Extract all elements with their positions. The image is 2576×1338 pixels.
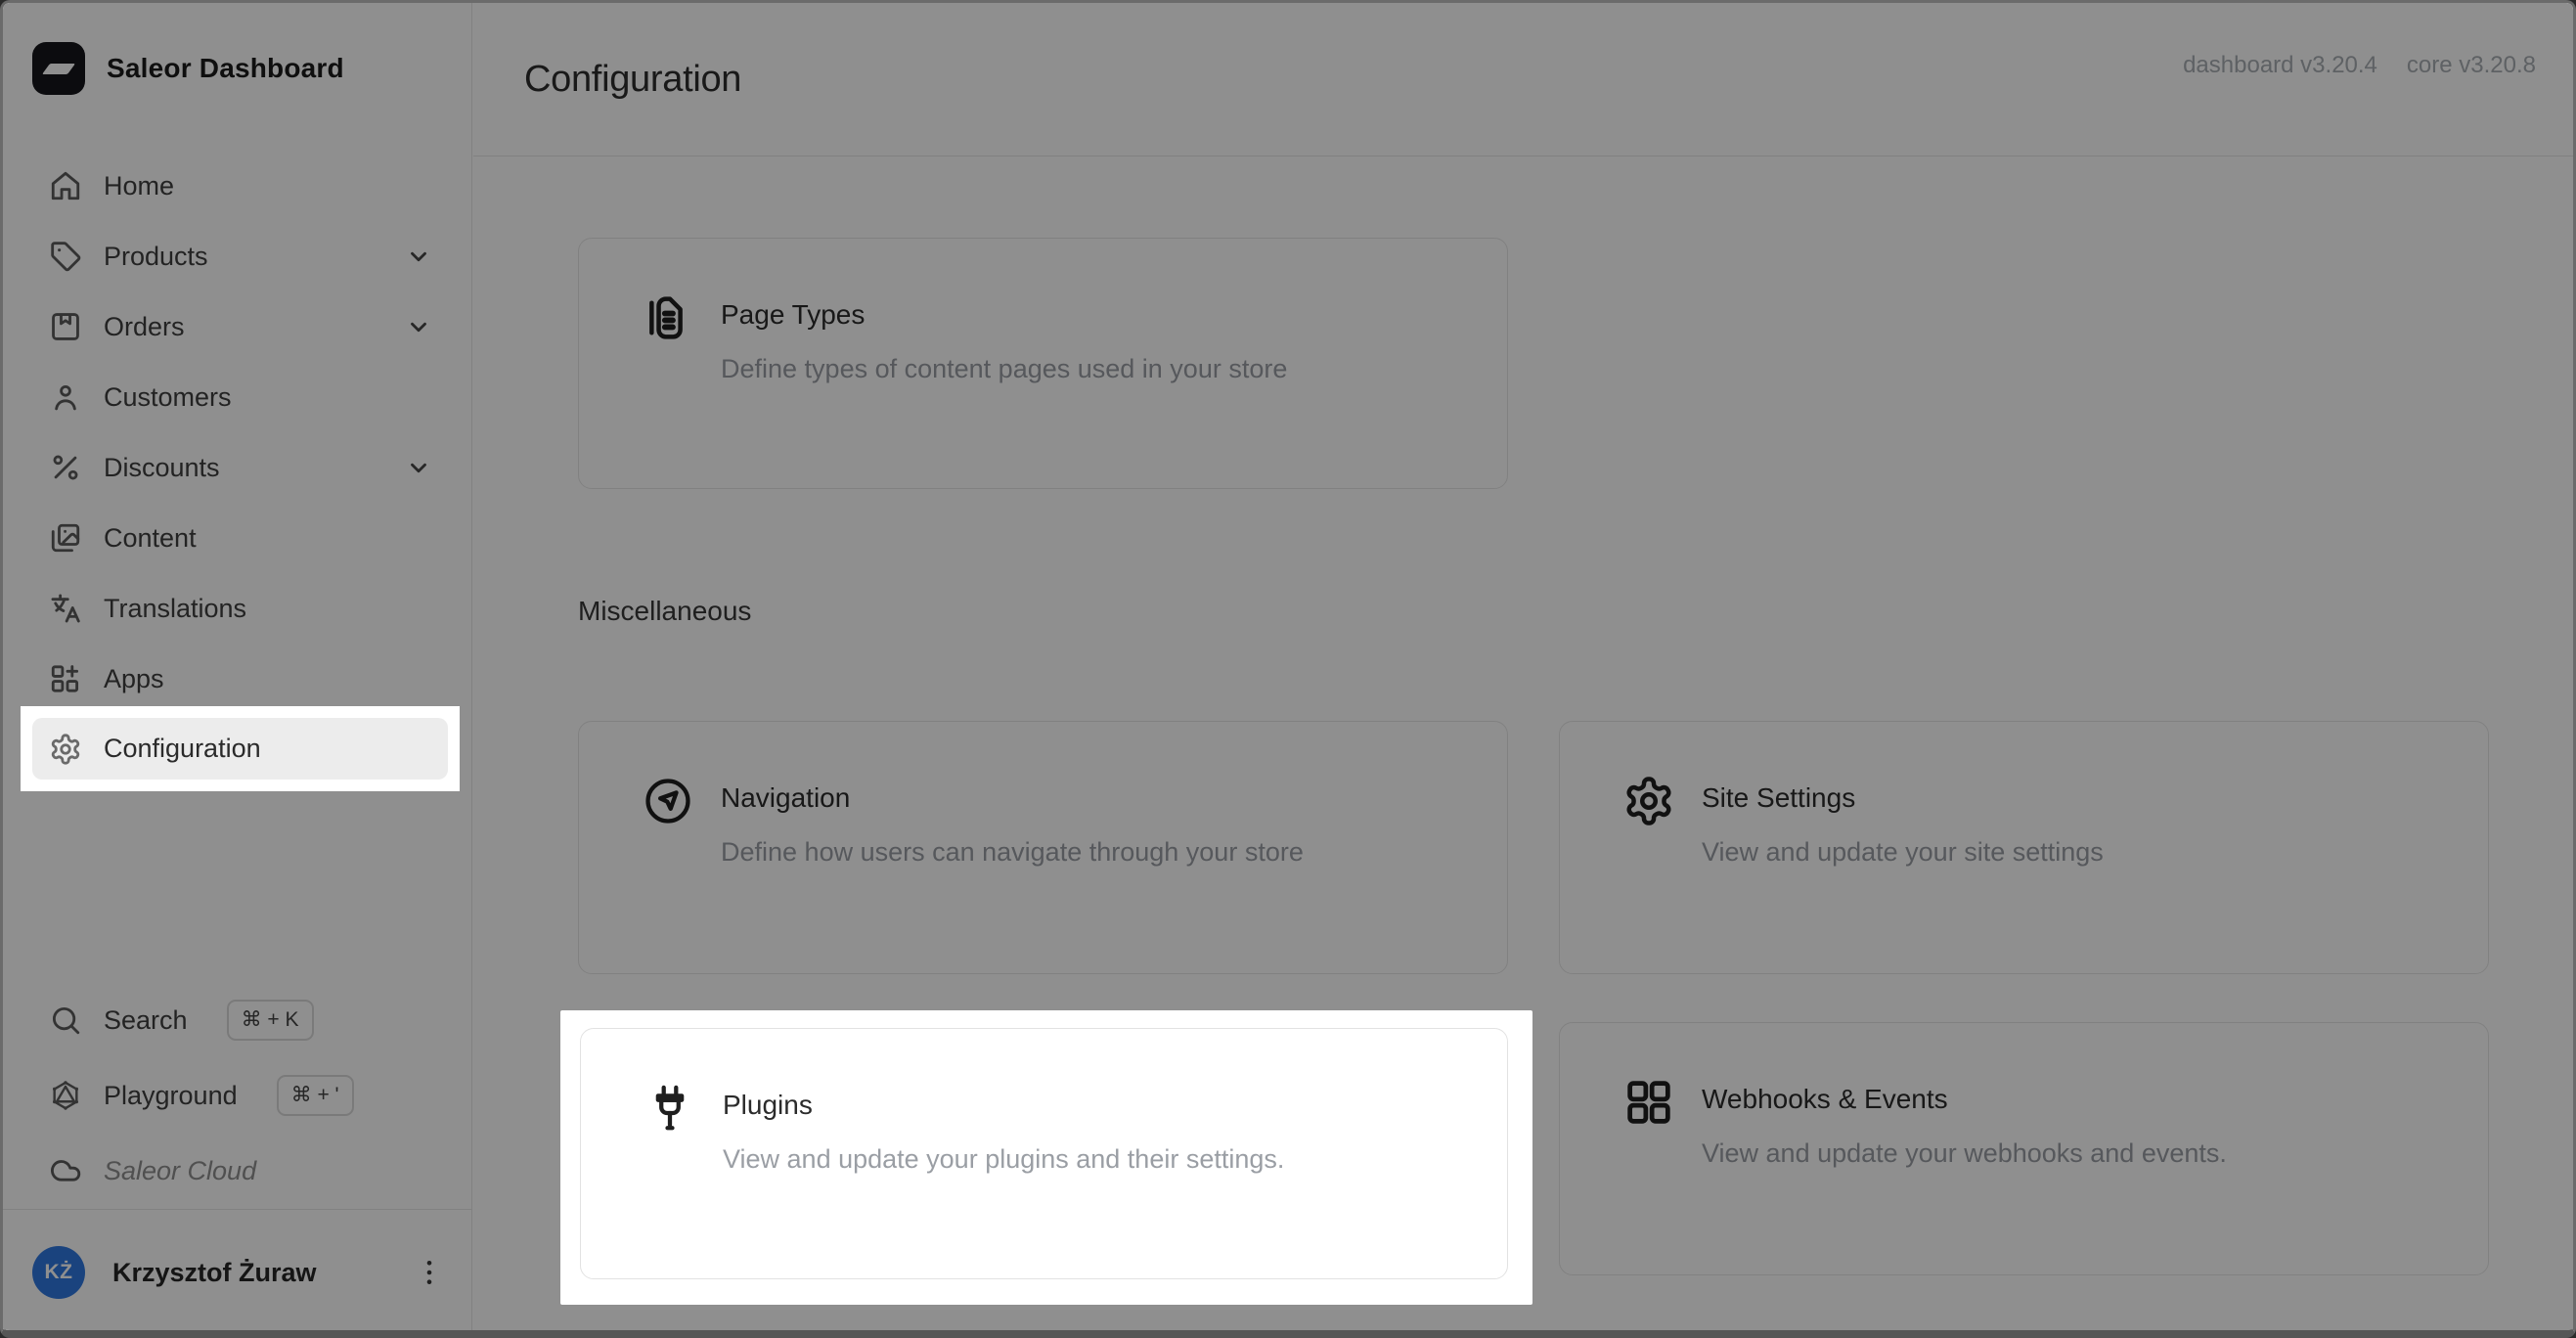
brand-name: Saleor Dashboard [107,53,344,83]
pages-icon [49,521,82,555]
core-version: core v3.20.8 [2406,52,2536,78]
avatar: KŻ [32,1246,85,1299]
sidebar-nav: Home Products Orders Customers Discounts [3,151,471,714]
playground-shortcut-badge: ⌘ + ' [276,1075,354,1116]
brand[interactable]: Saleor Dashboard [32,42,344,95]
percent-icon [49,451,82,484]
apps-grid-icon [49,662,82,695]
tag-icon [49,240,82,273]
user-icon [49,380,82,414]
saleor-logo-glyph [42,63,75,74]
sidebar-item-translations[interactable]: Translations [3,573,471,644]
navigation-icon [642,775,694,827]
chevron-down-icon[interactable] [406,244,431,269]
dashboard-version: dashboard v3.20.4 [2183,52,2377,78]
card-plugins[interactable]: Plugins View and update your plugins and… [580,1028,1508,1279]
webhooks-icon [1622,1076,1675,1129]
card-page-types[interactable]: Page Types Define types of content pages… [578,238,1508,489]
sidebar-item-saleor-cloud[interactable]: Saleor Cloud [3,1136,471,1206]
search-shortcut-badge: ⌘ + K [226,1000,314,1041]
sidebar-item-discounts[interactable]: Discounts [3,432,471,503]
sidebar-item-customers[interactable]: Customers [3,362,471,432]
gear-icon [1622,775,1675,827]
spotlight-plugins: Plugins View and update your plugins and… [560,1010,1532,1305]
translate-icon [49,592,82,625]
graphql-icon [49,1079,82,1112]
sidebar-item-products[interactable]: Products [3,221,471,291]
sidebar-item-apps[interactable]: Apps [3,644,471,714]
cloud-icon [49,1154,82,1187]
home-icon [49,169,82,202]
page-title: Configuration [524,58,742,100]
sidebar-item-content[interactable]: Content [3,503,471,573]
sidebar-item-search[interactable]: Search ⌘ + K [3,985,471,1055]
chevron-down-icon[interactable] [406,455,431,480]
user-name: Krzysztof Żuraw [112,1257,317,1287]
saleor-dashboard-window: Saleor Dashboard Home Products Orders Cu… [0,0,2576,1338]
package-icon [49,310,82,343]
sidebar-item-playground[interactable]: Playground ⌘ + ' [3,1060,471,1131]
user-menu[interactable]: KŻ Krzysztof Żuraw [32,1237,444,1308]
sidebar-item-home[interactable]: Home [3,151,471,221]
page-types-icon [642,291,694,344]
sidebar-divider [3,1209,471,1210]
sidebar: Saleor Dashboard Home Products Orders Cu… [3,3,472,1330]
search-icon [49,1004,82,1037]
chevron-down-icon[interactable] [406,314,431,339]
card-site-settings[interactable]: Site Settings View and update your site … [1559,721,2489,974]
spotlight-configuration: Configuration [21,706,460,791]
gear-icon [49,733,82,766]
version-info: dashboard v3.20.4 core v3.20.8 [2183,52,2536,79]
saleor-logo [32,42,85,95]
plug-icon [644,1082,696,1135]
card-webhooks-events[interactable]: Webhooks & Events View and update your w… [1559,1022,2489,1275]
section-label-miscellaneous: Miscellaneous [578,596,752,626]
sidebar-item-configuration[interactable]: Configuration [32,718,448,780]
sidebar-item-orders[interactable]: Orders [3,291,471,362]
kebab-menu-icon[interactable] [415,1256,444,1289]
topbar: Configuration dashboard v3.20.4 core v3.… [473,3,2573,156]
card-navigation[interactable]: Navigation Define how users can navigate… [578,721,1508,974]
